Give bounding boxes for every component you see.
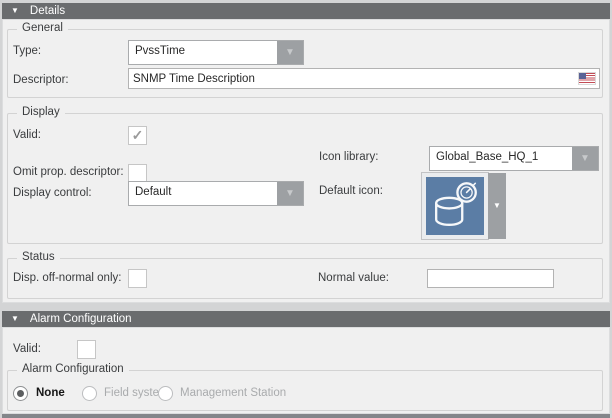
omit-descriptor-label: Omit prop. descriptor: [13,166,124,178]
details-section-body: General Type: PvssTime ▼ Descriptor: Dis… [2,19,610,303]
display-control-dropdown[interactable]: Default ▼ [128,181,304,206]
type-dropdown-button[interactable]: ▼ [277,41,303,64]
type-dropdown-value: PvssTime [129,41,277,64]
disp-off-normal-checkbox[interactable] [128,269,147,288]
dropdown-arrow-icon: ▼ [285,48,295,58]
icon-library-dropdown-button[interactable]: ▼ [572,147,598,170]
normal-value-label: Normal value: [318,272,389,284]
general-legend: General [17,22,68,34]
display-control-label: Display control: [13,187,92,199]
alarm-valid-checkbox[interactable] [77,340,96,359]
descriptor-label: Descriptor: [13,74,69,86]
alarm-section-title: Alarm Configuration [30,313,132,325]
radio-field-system[interactable] [82,386,97,401]
alarm-config-legend: Alarm Configuration [17,363,129,375]
radio-none[interactable] [13,386,28,401]
details-section-title: Details [30,5,65,17]
icon-library-label: Icon library: [319,151,378,163]
icon-library-dropdown[interactable]: Global_Base_HQ_1 ▼ [429,146,599,171]
dropdown-arrow-icon: ▼ [580,154,590,164]
details-section-header[interactable]: ▼ Details [2,3,610,19]
radio-none-label: None [36,387,65,399]
dropdown-arrow-icon: ▼ [285,189,295,199]
alarm-valid-label: Valid: [13,343,41,355]
display-groupbox: Display [7,113,603,244]
next-section-edge [2,414,610,418]
alarm-section-body: Valid: Alarm Configuration None Field sy… [2,327,610,414]
collapse-arrow-icon[interactable]: ▼ [11,315,19,323]
status-legend: Status [17,251,60,263]
display-valid-label: Valid: [13,129,41,141]
disp-off-normal-label: Disp. off-normal only: [13,272,121,284]
descriptor-input[interactable] [128,68,600,89]
default-icon-label: Default icon: [319,185,383,197]
default-icon-dropdown-button[interactable]: ▼ [488,173,506,239]
us-flag-icon[interactable] [579,73,595,84]
alarm-section-header[interactable]: ▼ Alarm Configuration [2,311,610,327]
radio-selected-dot [17,390,24,397]
display-valid-checkbox[interactable]: ✓ [128,126,147,145]
normal-value-input[interactable] [427,269,554,288]
dropdown-arrow-icon: ▼ [493,202,501,210]
radio-management-station-label: Management Station [180,387,286,399]
default-icon-preview[interactable] [422,173,488,239]
checkmark-icon: ✓ [132,128,144,142]
database-clock-icon [427,178,483,234]
type-dropdown[interactable]: PvssTime ▼ [128,40,304,65]
us-flag-canton [579,73,586,79]
display-legend: Display [17,106,65,118]
property-panel: ▼ Details General Type: PvssTime ▼ Descr… [0,0,612,418]
display-control-value: Default [129,182,277,205]
type-label: Type: [13,45,41,57]
icon-library-value: Global_Base_HQ_1 [430,147,572,170]
radio-management-station[interactable] [158,386,173,401]
display-control-dropdown-button[interactable]: ▼ [277,182,303,205]
collapse-arrow-icon[interactable]: ▼ [11,7,19,15]
